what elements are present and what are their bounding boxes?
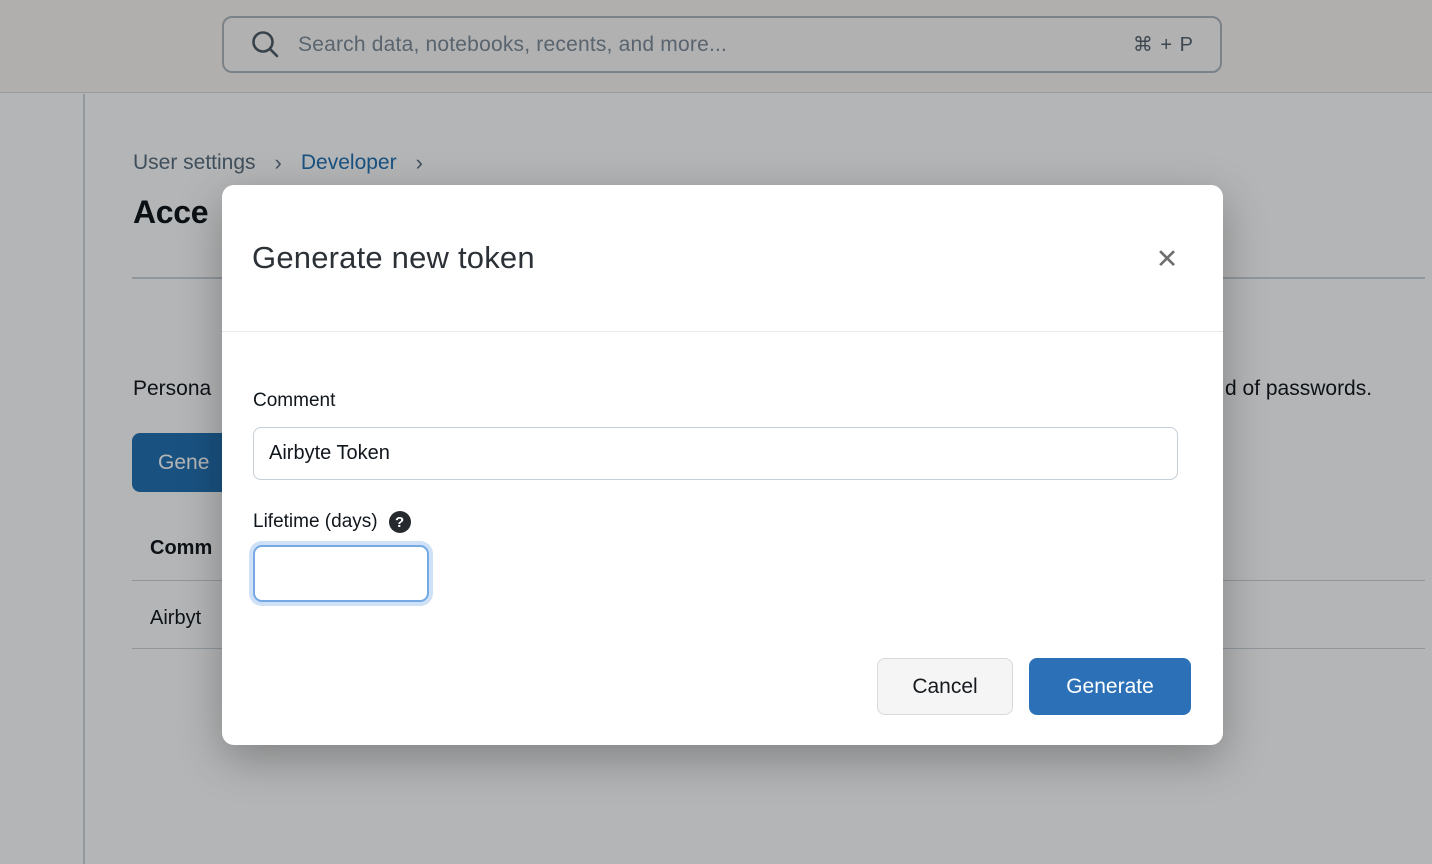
help-icon[interactable]: ? (389, 511, 411, 533)
comment-label: Comment (253, 390, 335, 412)
modal-title: Generate new token (252, 240, 535, 276)
generate-button[interactable]: Generate (1029, 658, 1191, 715)
close-icon[interactable]: ✕ (1143, 235, 1191, 283)
modal-header: Generate new token (222, 185, 1223, 332)
lifetime-label-row: Lifetime (days) ? (253, 510, 411, 534)
cancel-button[interactable]: Cancel (877, 658, 1013, 715)
lifetime-input[interactable] (253, 545, 429, 602)
generate-token-modal: Generate new token ✕ Comment Lifetime (d… (222, 185, 1223, 745)
app-window: Search data, notebooks, recents, and mor… (0, 0, 1432, 864)
comment-input[interactable] (253, 427, 1178, 480)
lifetime-label: Lifetime (days) (253, 511, 378, 533)
